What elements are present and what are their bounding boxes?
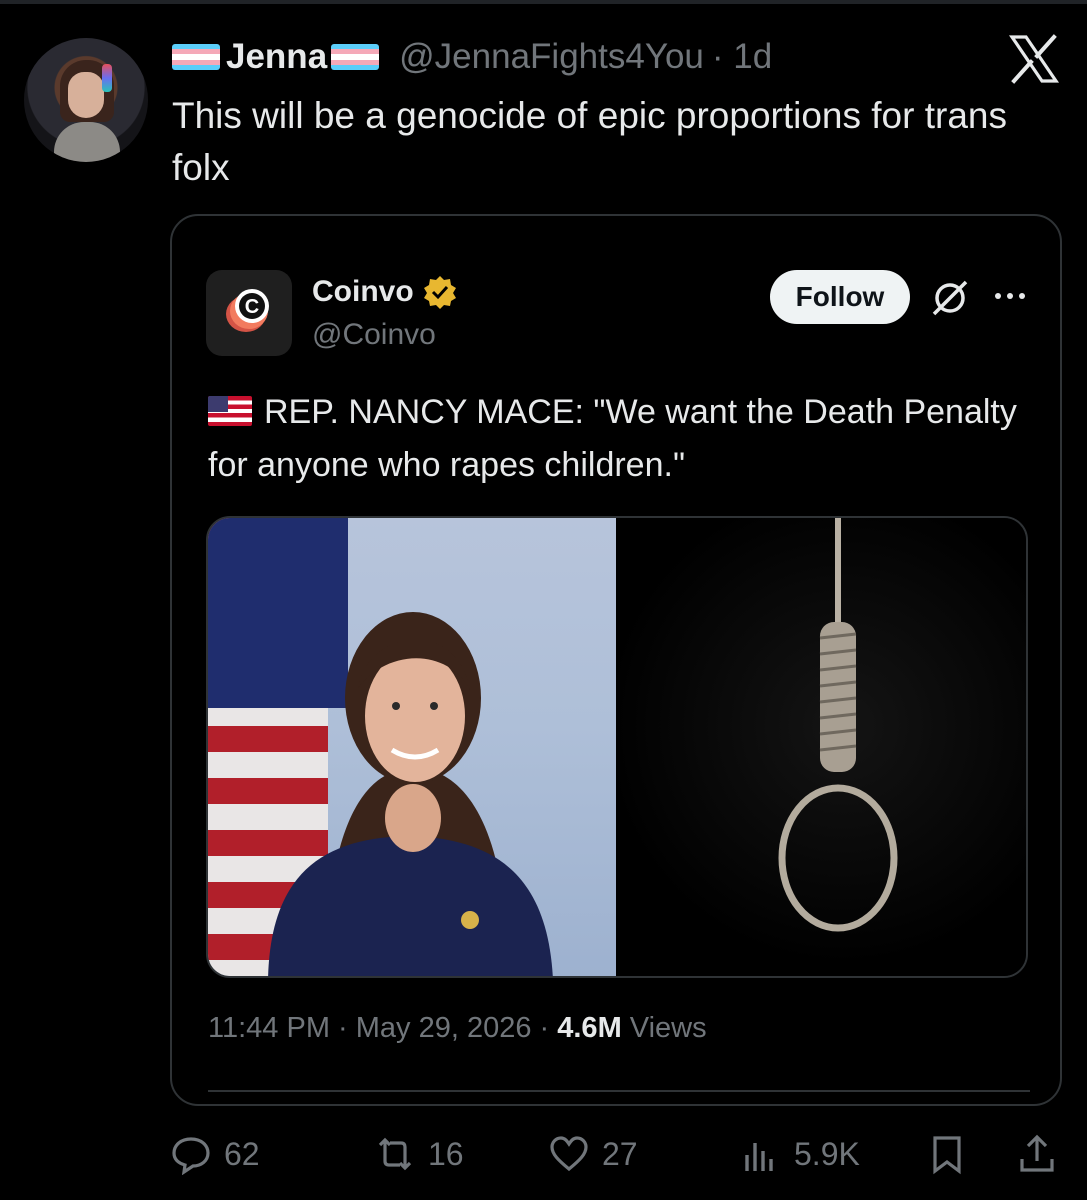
reply-button[interactable]: 62 <box>170 1126 260 1182</box>
quoted-post-media[interactable] <box>206 516 1028 978</box>
quoted-post-text: REP. NANCY MACE: "We want the Death Pena… <box>208 386 1028 492</box>
views-button[interactable]: 5.9K <box>740 1126 860 1182</box>
grok-icon[interactable] <box>930 278 970 318</box>
views-count: 5.9K <box>794 1135 860 1172</box>
views-icon <box>745 1143 773 1171</box>
trans-flag-icon <box>331 44 380 70</box>
quoted-author-handle[interactable]: @Coinvo <box>312 318 436 352</box>
repost-icon <box>378 1137 412 1171</box>
like-button[interactable]: 27 <box>548 1126 638 1182</box>
quoted-post-card[interactable]: C Coinvo @Coinvo Follow REP. NANCY MACE:… <box>170 214 1062 1106</box>
svg-text:C: C <box>245 296 259 318</box>
avatar-hair-streak <box>102 64 112 92</box>
bookmark-button[interactable] <box>926 1126 968 1182</box>
coinvo-logo-icon: C <box>226 289 269 332</box>
reply-icon <box>172 1137 210 1175</box>
author-avatar[interactable] <box>24 38 148 162</box>
quoted-post-text-content: REP. NANCY MACE: "We want the Death Pena… <box>208 393 1017 484</box>
verified-badge-icon <box>423 276 456 309</box>
author-display-name[interactable]: Jenna <box>226 37 327 77</box>
noose-figure <box>778 518 898 932</box>
repost-count: 16 <box>428 1135 464 1172</box>
top-divider <box>0 0 1087 4</box>
media-image-noose[interactable] <box>616 518 1026 976</box>
post-text: This will be a genocide of epic proporti… <box>172 95 1007 188</box>
quoted-views-count: 4.6M <box>557 1012 622 1044</box>
quoted-post-timestamp[interactable]: 11:44 PM · May 29, 2026 · <box>208 1012 557 1044</box>
us-flag-icon <box>208 396 252 426</box>
post-header: Jenna @JennaFights4You · 1d <box>172 32 772 82</box>
quoted-views-label: Views <box>621 1012 707 1044</box>
post-actions-bar: 62 16 27 5.9K <box>170 1126 1070 1182</box>
repost-button[interactable]: 16 <box>374 1126 464 1182</box>
more-icon[interactable] <box>990 286 1030 306</box>
post-time-ago[interactable]: · 1d <box>712 37 772 77</box>
quoted-author-avatar[interactable]: C <box>206 270 292 356</box>
like-count: 27 <box>602 1135 638 1172</box>
x-logo-icon[interactable] <box>1008 34 1060 84</box>
quoted-post-meta: 11:44 PM · May 29, 2026 · 4.6M Views <box>208 1012 707 1045</box>
trans-flag-icon <box>172 44 220 70</box>
quoted-divider <box>208 1090 1030 1092</box>
avatar-shoulders <box>54 122 120 162</box>
share-button[interactable] <box>1016 1126 1058 1182</box>
avatar-face <box>68 72 104 118</box>
quoted-author-name-text: Coinvo <box>312 275 414 308</box>
share-icon <box>1020 1134 1054 1172</box>
follow-button[interactable]: Follow <box>770 270 910 324</box>
like-icon <box>550 1136 588 1172</box>
media-image-portrait[interactable] <box>208 518 616 976</box>
bookmark-icon <box>933 1136 961 1175</box>
quoted-author-name[interactable]: Coinvo <box>312 274 458 310</box>
portrait-figure <box>268 612 553 976</box>
reply-count: 62 <box>224 1135 260 1172</box>
author-handle[interactable]: @JennaFights4You <box>399 37 704 77</box>
